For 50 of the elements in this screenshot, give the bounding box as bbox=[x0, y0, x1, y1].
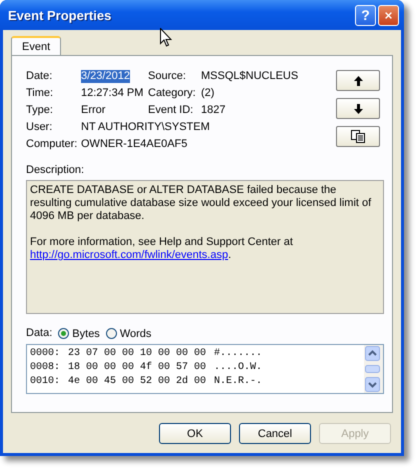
field-label: Type: bbox=[26, 104, 54, 117]
field-value: 12:27:34 PM bbox=[81, 87, 144, 100]
field-value: Error bbox=[81, 104, 106, 117]
description-text: CREATE DATABASE or ALTER DATABASE failed because the resulting cumulative database size would exceed your licensed limit of 4096 MB per database. bbox=[30, 184, 372, 223]
field-label: User: bbox=[26, 121, 54, 134]
field-label: Computer: bbox=[26, 138, 78, 151]
field-value: 1827 bbox=[201, 104, 226, 117]
scroll-down-icon[interactable] bbox=[365, 377, 380, 392]
help-link[interactable]: http://go.microsoft.com/fwlink/events.asp bbox=[30, 249, 228, 261]
dialog-button[interactable]: OK bbox=[159, 423, 231, 444]
hex-bytes: 4e 00 45 00 52 00 2d 00 bbox=[68, 375, 206, 389]
offset-text: 0000: bbox=[30, 347, 60, 361]
field-value: 3/23/2012 bbox=[81, 70, 130, 83]
dialog-button[interactable]: Cancel bbox=[239, 423, 311, 444]
tab[interactable]: Event bbox=[11, 36, 62, 55]
field-label: Event ID: bbox=[148, 104, 194, 117]
field-value: MSSQL$NUCLEUS bbox=[201, 70, 300, 83]
previous-button[interactable] bbox=[336, 70, 380, 91]
field-label: Time: bbox=[26, 87, 54, 100]
field-value: (2) bbox=[201, 87, 216, 100]
field-value: NT AUTHORITY\SYSTEM bbox=[81, 121, 211, 134]
hex-bytes: 18 00 00 00 4f 00 57 00 bbox=[68, 361, 206, 375]
offset-text: 0008: bbox=[30, 361, 60, 375]
ascii-text: #....... bbox=[214, 347, 262, 361]
hex-bytes: 23 07 00 00 10 00 00 00 bbox=[68, 347, 206, 361]
data-label: Data: bbox=[26, 327, 52, 340]
scroll-thumb[interactable] bbox=[365, 365, 380, 373]
ascii-text: ....O.W. bbox=[214, 361, 262, 375]
close-button[interactable] bbox=[378, 4, 399, 26]
more-info-text: For more information, see Help and Support Center at http://go.microsoft.com/fwlink/events.asp. bbox=[30, 236, 294, 262]
scrollbar[interactable] bbox=[364, 345, 383, 393]
format-radio[interactable]: Bytes bbox=[58, 328, 100, 340]
field-value: OWNER-1E4AE0AF5 bbox=[81, 138, 188, 151]
format-radio[interactable]: Words bbox=[106, 328, 152, 340]
up-arrow-icon bbox=[354, 76, 362, 86]
help-button[interactable]: ? bbox=[355, 4, 376, 26]
description-label: Description: bbox=[26, 164, 86, 177]
next-button[interactable] bbox=[336, 98, 380, 119]
field-label: Category: bbox=[148, 87, 197, 100]
copy-button[interactable] bbox=[336, 126, 380, 147]
close-icon bbox=[385, 10, 392, 20]
down-arrow-icon bbox=[354, 104, 362, 114]
ascii-text: N.E.R.-. bbox=[214, 375, 262, 389]
copy-icon bbox=[351, 130, 365, 143]
field-label: Source: bbox=[148, 70, 187, 83]
mouse-cursor-icon bbox=[160, 28, 172, 47]
offset-text: 0010: bbox=[30, 375, 60, 389]
scroll-up-icon[interactable] bbox=[365, 346, 380, 361]
window-title: Event Properties bbox=[8, 8, 112, 22]
field-label: Date: bbox=[26, 70, 54, 83]
